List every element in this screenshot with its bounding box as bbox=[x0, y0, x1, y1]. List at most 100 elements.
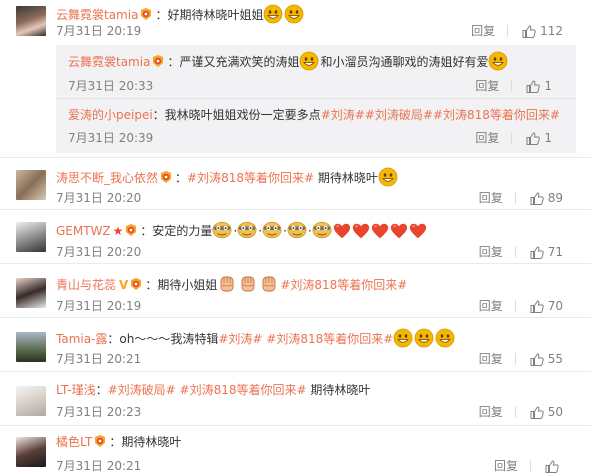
grin-emoji-icon bbox=[299, 51, 319, 71]
doge-emoji-icon bbox=[212, 220, 232, 240]
reply-button[interactable]: 回复 bbox=[494, 458, 518, 473]
like-count: 55 bbox=[547, 352, 563, 366]
like-button[interactable]: 89 bbox=[530, 190, 563, 206]
thumbs-up-icon bbox=[522, 25, 536, 38]
grin-emoji-icon bbox=[263, 4, 283, 24]
divider bbox=[514, 192, 516, 204]
reply-button[interactable]: 回复 bbox=[479, 244, 503, 260]
doge-emoji-icon bbox=[287, 220, 307, 240]
like-button[interactable]: 55 bbox=[530, 351, 563, 367]
like-button[interactable]: 1 bbox=[526, 130, 552, 146]
comment-item: 青山与花蕊 V ：期待小姐姐 #刘涛818等着你回来# 7月31日 20:19 回复 … bbox=[0, 264, 591, 318]
vip-badge-icon bbox=[93, 434, 107, 448]
fist-emoji-icon bbox=[259, 274, 279, 294]
grin-emoji-icon bbox=[378, 167, 398, 187]
heart-emoji-icon bbox=[409, 222, 427, 240]
vip-badge-icon bbox=[124, 223, 138, 237]
doge-emoji-icon bbox=[237, 220, 257, 240]
topic-tags[interactable]: #刘涛破局# #刘涛818等着你回来# bbox=[108, 383, 307, 397]
reply-text: ：我林晓叶姐姐戏份一定要多点 bbox=[152, 108, 321, 122]
username[interactable]: Tamia-露 bbox=[56, 332, 107, 346]
username[interactable]: 爱涛的小peipei bbox=[68, 108, 153, 122]
comment-text: ：安定的力量 bbox=[140, 224, 213, 238]
reply-item: 云舞霓裳tamia ：严谨又充满欢笑的涛姐 和小溜员沟通聊戏的涛姐好有爱 7月31日… bbox=[56, 45, 576, 99]
username[interactable]: 青山与花蕊 bbox=[56, 278, 116, 292]
thumbs-up-icon bbox=[530, 353, 544, 366]
heart-emoji-icon bbox=[371, 222, 389, 240]
avatar[interactable] bbox=[16, 170, 46, 200]
like-count: 50 bbox=[547, 405, 563, 419]
heart-emoji-icon bbox=[390, 222, 408, 240]
divider bbox=[514, 300, 516, 312]
topic-tags[interactable]: #刘涛##刘涛破局##刘涛818等着你回来# bbox=[321, 108, 560, 122]
vip-badge-icon bbox=[139, 7, 153, 21]
divider bbox=[511, 80, 513, 92]
timestamp: 7月31日 20:19 bbox=[56, 24, 142, 38]
thumbs-up-icon bbox=[526, 132, 540, 145]
username[interactable]: 涛思不断_我心依然 bbox=[56, 171, 158, 185]
grin-emoji-icon bbox=[488, 51, 508, 71]
reply-button[interactable]: 回复 bbox=[479, 351, 503, 367]
reply-button[interactable]: 回复 bbox=[479, 404, 503, 420]
reply-button[interactable]: 回复 bbox=[479, 298, 503, 314]
like-button[interactable]: 112 bbox=[522, 23, 563, 39]
topic-tags[interactable]: #刘涛# #刘涛818等着你回来# bbox=[218, 332, 393, 346]
reply-button[interactable]: 回复 bbox=[475, 78, 499, 94]
avatar[interactable] bbox=[16, 332, 46, 362]
topic-tags[interactable]: #刘涛818等着你回来# bbox=[280, 278, 407, 292]
reply-button[interactable]: 回复 bbox=[479, 190, 503, 206]
avatar[interactable] bbox=[16, 278, 46, 308]
vip-badge-icon bbox=[159, 170, 173, 184]
timestamp: 7月31日 20:21 bbox=[56, 459, 142, 473]
like-button[interactable]: 71 bbox=[530, 244, 563, 260]
timestamp: 7月31日 20:21 bbox=[56, 352, 142, 366]
username[interactable]: 云舞霓裳tamia bbox=[56, 8, 138, 22]
heart-emoji-icon bbox=[333, 222, 351, 240]
avatar[interactable] bbox=[16, 222, 46, 252]
timestamp: 7月31日 20:39 bbox=[68, 131, 154, 145]
thumbs-up-icon bbox=[530, 406, 544, 419]
reply-button[interactable]: 回复 bbox=[475, 130, 499, 146]
divider bbox=[514, 406, 516, 418]
like-count: 1 bbox=[544, 131, 552, 145]
timestamp: 7月31日 20:20 bbox=[56, 245, 142, 259]
reply-text: ：严谨又充满欢笑的涛姐 bbox=[167, 55, 300, 69]
grin-emoji-icon bbox=[435, 328, 455, 348]
like-button[interactable] bbox=[545, 460, 563, 473]
doge-emoji-icon bbox=[312, 220, 332, 240]
timestamp: 7月31日 20:33 bbox=[68, 79, 154, 93]
reply-text-2: 和小溜员沟通聊戏的涛姐好有爱 bbox=[320, 55, 489, 69]
like-count: 71 bbox=[547, 245, 563, 259]
divider bbox=[514, 353, 516, 365]
timestamp: 7月31日 20:19 bbox=[56, 299, 142, 313]
avatar[interactable] bbox=[16, 6, 46, 36]
comment-text: ：oh～～～我涛特辑 bbox=[107, 332, 219, 346]
thumbs-up-icon bbox=[530, 192, 544, 205]
star-badge-icon: ★ bbox=[112, 224, 124, 238]
reply-button[interactable]: 回复 bbox=[471, 23, 495, 39]
divider bbox=[511, 132, 513, 144]
vip-badge-icon bbox=[151, 54, 165, 68]
username[interactable]: GEMTWZ bbox=[56, 224, 111, 238]
comment-text-2: 期待林晓叶 bbox=[306, 383, 371, 397]
comment-text: ：期待小姐姐 bbox=[145, 278, 218, 292]
like-button[interactable]: 50 bbox=[530, 404, 563, 420]
reply-item: 爱涛的小peipei：我林晓叶姐姐戏份一定要多点#刘涛##刘涛破局##刘涛818… bbox=[56, 99, 576, 153]
thumbs-up-icon bbox=[526, 80, 540, 93]
username[interactable]: 橘色LT bbox=[56, 435, 92, 449]
heart-emoji-icon bbox=[352, 222, 370, 240]
thumbs-up-icon bbox=[545, 460, 559, 473]
grin-emoji-icon bbox=[393, 328, 413, 348]
avatar[interactable] bbox=[16, 437, 46, 467]
avatar[interactable] bbox=[16, 386, 46, 416]
comment-text: ：期待林晓叶 bbox=[109, 435, 182, 449]
like-button[interactable]: 1 bbox=[526, 78, 552, 94]
topic-tags[interactable]: #刘涛818等着你回来# bbox=[187, 171, 314, 185]
like-button[interactable]: 70 bbox=[530, 298, 563, 314]
v-verified-icon: V bbox=[119, 278, 129, 292]
doge-emoji-icon bbox=[262, 220, 282, 240]
username[interactable]: LT-瑾浅 bbox=[56, 383, 96, 397]
username[interactable]: 云舞霓裳tamia bbox=[68, 55, 150, 69]
comment-item: 云舞霓裳tamia ：好期待林晓叶姐姐 7月31日 20:19 回复 112 云舞… bbox=[0, 0, 591, 158]
divider bbox=[514, 246, 516, 258]
